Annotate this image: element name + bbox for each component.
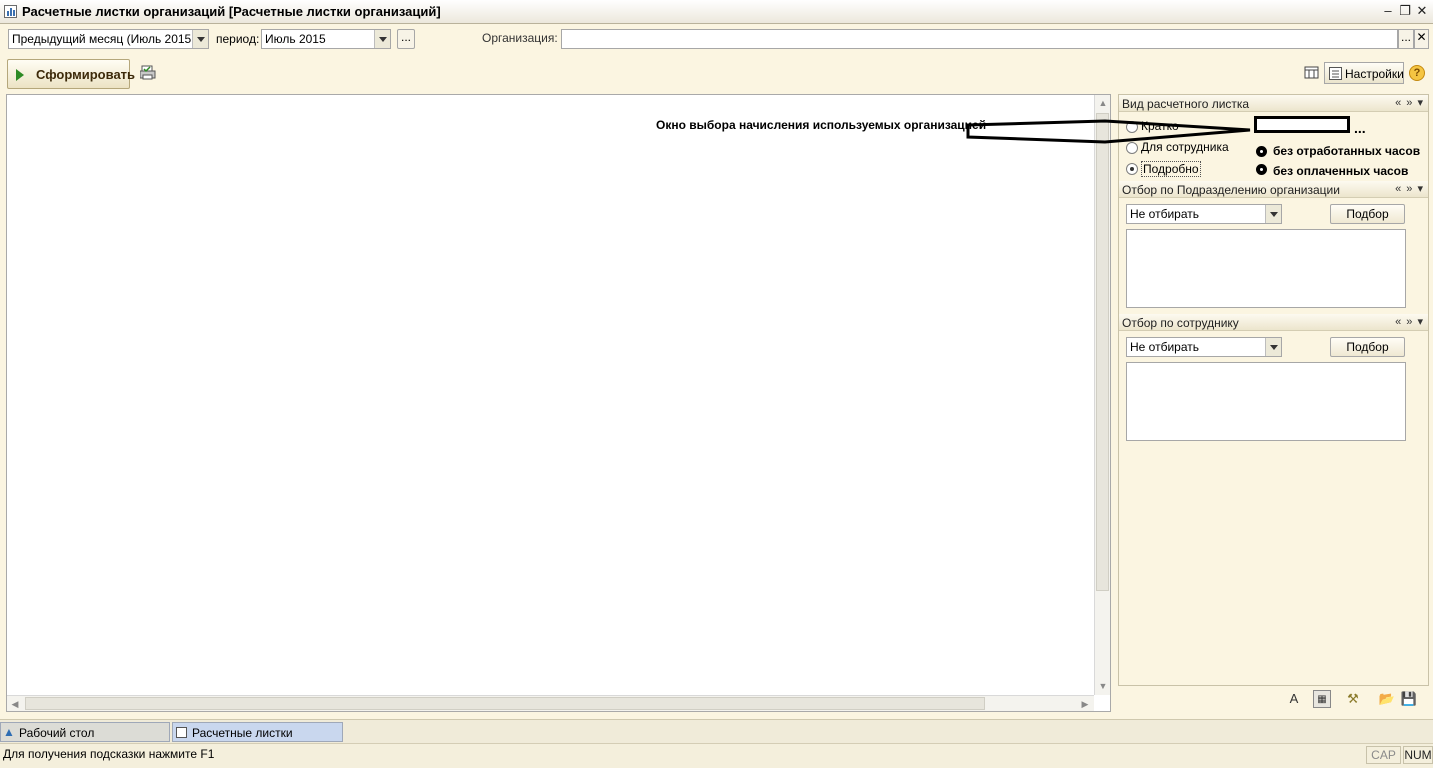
- window-title: Расчетные листки организаций [Расчетные …: [22, 4, 441, 19]
- section-controls-icon[interactable]: « » ▾: [1395, 182, 1424, 195]
- org-label: Организация:: [482, 31, 558, 45]
- annotation-bullet: [1256, 164, 1267, 175]
- scroll-thumb-horizontal[interactable]: [25, 697, 985, 710]
- department-filter-select[interactable]: Не отбирать: [1126, 204, 1282, 224]
- section-header-sheet-type[interactable]: Вид расчетного листка « » ▾: [1119, 95, 1428, 112]
- save-icon[interactable]: 💾: [1400, 690, 1418, 708]
- period-more-button[interactable]: ...: [397, 29, 415, 49]
- employee-filter-select[interactable]: Не отбирать: [1126, 337, 1282, 357]
- org-clear-button[interactable]: ✕: [1414, 29, 1429, 49]
- taskbar-item-label: Рабочий стол: [19, 726, 95, 740]
- caps-lock-indicator: CAP: [1366, 746, 1401, 764]
- close-icon[interactable]: ✕: [1414, 3, 1430, 19]
- period-preset-select[interactable]: Предыдущий месяц (Июль 2015 г.): [8, 29, 209, 49]
- department-filter-value: Не отбирать: [1130, 207, 1199, 221]
- settings-button[interactable]: Настройки: [1324, 62, 1404, 84]
- period-label: период:: [216, 32, 260, 46]
- taskbar: ▲ Рабочий стол Расчетные листки организ.…: [0, 719, 1433, 754]
- scroll-thumb[interactable]: [1096, 113, 1109, 591]
- section-controls-icon[interactable]: « » ▾: [1395, 315, 1424, 328]
- period-select[interactable]: Июль 2015: [261, 29, 391, 49]
- annotation-ellipsis: ...: [1354, 120, 1366, 136]
- scroll-down-icon[interactable]: ▼: [1095, 678, 1111, 694]
- period-preset-value: Предыдущий месяц (Июль 2015 г.): [12, 32, 205, 46]
- calculator-icon[interactable]: ▦: [1313, 690, 1331, 708]
- scroll-up-icon[interactable]: ▲: [1095, 95, 1111, 111]
- annotation-arrow-icon: [966, 119, 1251, 144]
- desktop-icon: ▲: [3, 725, 15, 739]
- scroll-right-icon[interactable]: ▶: [1077, 696, 1093, 712]
- taskbar-item-desktop[interactable]: ▲ Рабочий стол: [0, 722, 170, 742]
- chevron-down-icon[interactable]: [1265, 338, 1281, 356]
- print-icon[interactable]: [139, 65, 156, 80]
- section-header-employee-filter[interactable]: Отбор по сотруднику « » ▾: [1119, 314, 1428, 331]
- section-controls-icon[interactable]: « » ▾: [1395, 96, 1424, 109]
- play-icon: [16, 69, 24, 81]
- annotation-text: Окно выбора начисления используемых орга…: [656, 118, 987, 132]
- font-format-icon[interactable]: A: [1285, 690, 1303, 708]
- minimize-icon[interactable]: ‒: [1380, 3, 1396, 19]
- section-title: Вид расчетного листка: [1122, 97, 1250, 111]
- annotation-option-1: без отработанных часов: [1273, 144, 1421, 158]
- period-value: Июль 2015: [265, 32, 326, 46]
- settings-list-icon: [1329, 67, 1342, 83]
- table-view-icon[interactable]: [1304, 66, 1320, 80]
- department-list[interactable]: [1126, 229, 1406, 308]
- tools-icon[interactable]: ⚒: [1344, 690, 1362, 708]
- annotation-box: [1254, 116, 1350, 133]
- annotation-bullet: [1256, 146, 1267, 157]
- radio-detailed[interactable]: [1126, 163, 1138, 175]
- horizontal-scrollbar[interactable]: ◀ ▶: [7, 695, 1094, 711]
- status-bar: Для получения подсказки нажмите F1 CAP N…: [0, 743, 1433, 768]
- section-title: Отбор по сотруднику: [1122, 316, 1239, 330]
- employee-pick-button[interactable]: Подбор: [1330, 337, 1405, 357]
- settings-label: Настройки: [1345, 67, 1404, 81]
- report-icon: [176, 727, 187, 738]
- org-input[interactable]: [561, 29, 1398, 49]
- title-bar: Расчетные листки организаций [Расчетные …: [0, 0, 1433, 24]
- annotation-option-2: без оплаченных часов: [1273, 164, 1409, 178]
- taskbar-item-payslips[interactable]: Расчетные листки организ...: [172, 722, 343, 754]
- employee-list[interactable]: [1126, 362, 1406, 441]
- employee-filter-value: Не отбирать: [1130, 340, 1199, 354]
- chevron-down-icon[interactable]: [192, 30, 208, 48]
- status-hint: Для получения подсказки нажмите F1: [3, 747, 215, 761]
- report-icon: [4, 5, 17, 18]
- form-report-label: Сформировать: [36, 67, 136, 82]
- num-lock-indicator: NUM: [1403, 746, 1433, 764]
- department-pick-button[interactable]: Подбор: [1330, 204, 1405, 224]
- org-more-button[interactable]: ...: [1398, 29, 1414, 49]
- restore-icon[interactable]: ❐: [1397, 3, 1413, 19]
- radio-detailed-label: Подробно: [1141, 161, 1201, 177]
- section-title: Отбор по Подразделению организации: [1122, 183, 1340, 197]
- chevron-down-icon[interactable]: [1265, 205, 1281, 223]
- chevron-down-icon[interactable]: [374, 30, 390, 48]
- form-report-button[interactable]: Сформировать: [7, 59, 135, 89]
- help-icon[interactable]: ?: [1409, 65, 1425, 81]
- section-header-department-filter[interactable]: Отбор по Подразделению организации « » ▾: [1119, 181, 1428, 198]
- vertical-scrollbar[interactable]: ▲ ▼: [1094, 95, 1110, 695]
- report-area[interactable]: [6, 94, 1111, 712]
- scroll-left-icon[interactable]: ◀: [7, 696, 23, 712]
- open-folder-icon[interactable]: 📂: [1378, 690, 1396, 708]
